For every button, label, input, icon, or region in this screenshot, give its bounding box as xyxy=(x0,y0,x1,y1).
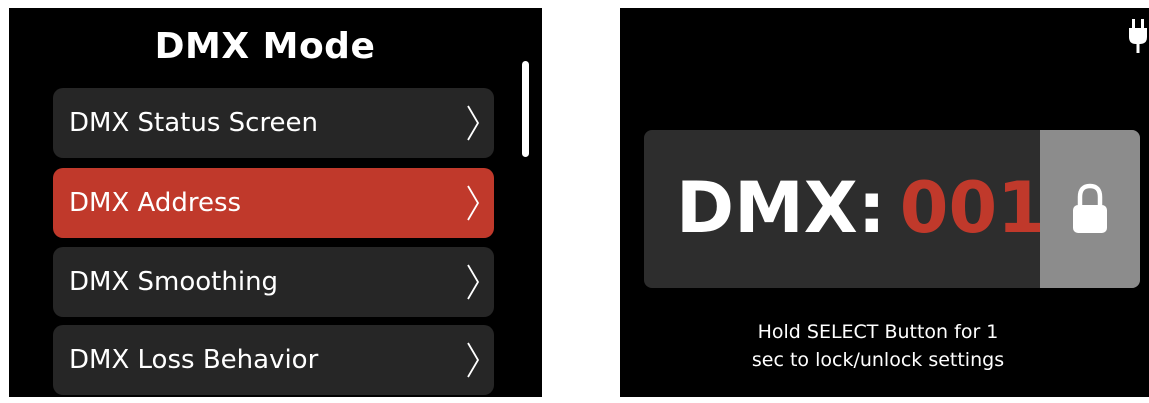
menu-item-label: DMX Loss Behavior xyxy=(69,345,319,375)
scrollbar[interactable] xyxy=(522,61,529,157)
menu-item-dmx-smoothing[interactable]: DMX Smoothing xyxy=(53,247,494,317)
chevron-right-icon xyxy=(467,264,480,300)
dmx-label: DMX: xyxy=(676,167,886,249)
chevron-right-icon xyxy=(467,185,480,221)
plug-icon xyxy=(1129,19,1147,53)
chevron-right-icon xyxy=(467,342,480,378)
lock-icon xyxy=(1073,183,1107,233)
menu-item-label: DMX Status Screen xyxy=(69,108,319,138)
lock-panel[interactable] xyxy=(1040,130,1140,288)
menu-item-dmx-status-screen[interactable]: DMX Status Screen xyxy=(53,88,494,158)
dmx-address-value: 001 xyxy=(899,167,1046,249)
menu-item-label: DMX Smoothing xyxy=(69,267,279,297)
lock-hint-text: Hold SELECT Button for 1 sec to lock/unl… xyxy=(751,321,1005,371)
dmx-readout: DMX: 001 xyxy=(676,158,1046,258)
menu-item-dmx-address[interactable]: DMX Address xyxy=(53,168,494,238)
page-title: DMX Mode xyxy=(154,26,376,67)
dmx-mode-menu-screen: DMX Mode DMX Status Screen DMX Address D… xyxy=(9,8,542,397)
chevron-right-icon xyxy=(467,105,480,141)
menu-item-dmx-loss-behavior[interactable]: DMX Loss Behavior xyxy=(53,325,494,395)
dmx-status-screen: DMX: 001 Hold SELECT Button for 1 sec to … xyxy=(620,8,1149,397)
dmx-address-display: DMX: 001 xyxy=(644,130,1140,288)
menu-item-label: DMX Address xyxy=(69,188,242,218)
